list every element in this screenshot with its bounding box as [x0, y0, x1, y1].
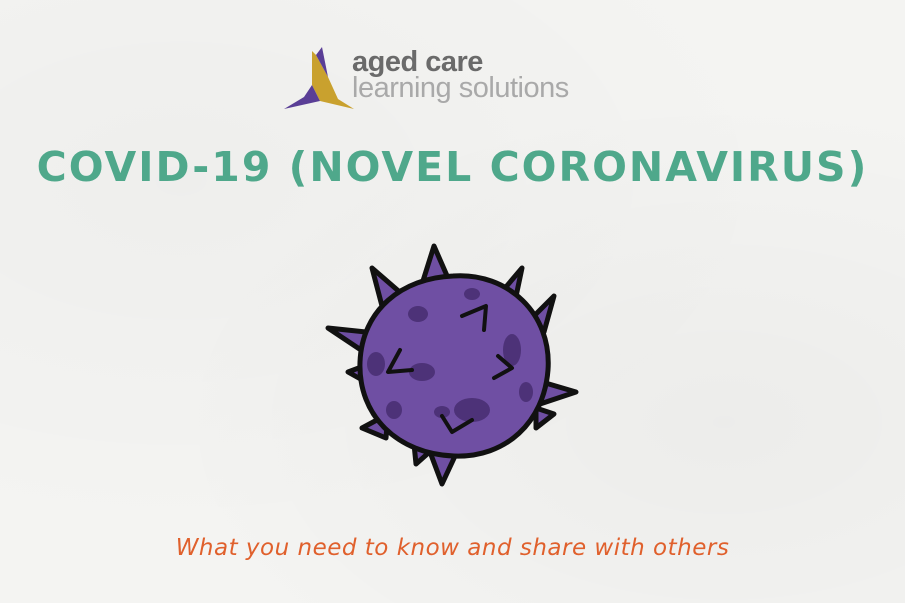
page-subtitle: What you need to know and share with oth… — [175, 535, 730, 561]
aged-care-logo-mark-icon — [284, 47, 354, 109]
logo: aged care learning solutions — [282, 45, 622, 115]
logo-text-line-2: learning solutions — [352, 72, 569, 104]
virus-illustration-icon — [322, 232, 584, 494]
page-title: COVID-19 (NOVEL CORONAVIRUS) — [36, 143, 869, 191]
